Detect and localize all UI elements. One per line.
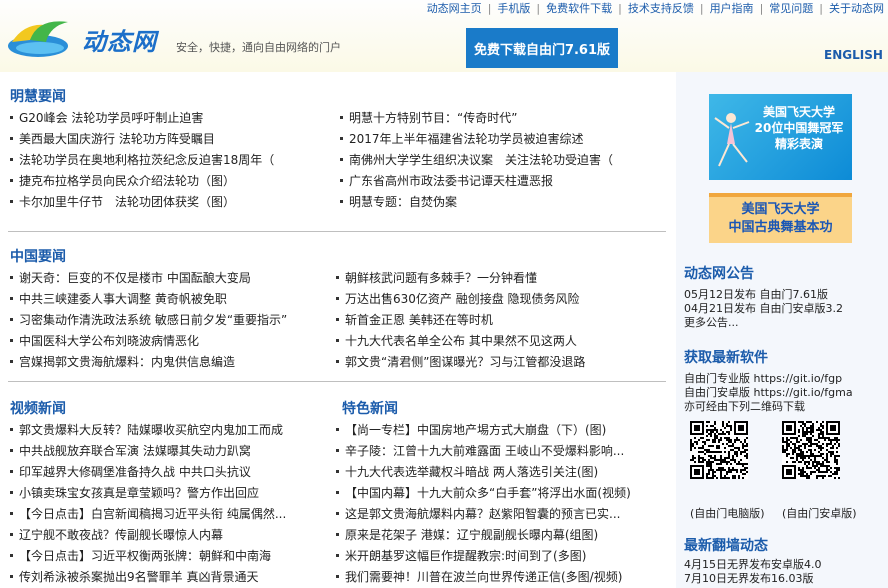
- list-item[interactable]: G20峰会 法轮功学员呼吁制止迫害: [10, 108, 330, 129]
- feature-list: 【尚一专栏】中国房地产埸方式大崩盘（下）(图) 辛子陵：江曾十九大前难露面 王岐…: [336, 420, 666, 588]
- list-item[interactable]: 【今日点击】白宫新闻稿揭习近平头衔 纯属偶然...: [10, 504, 332, 525]
- list-item[interactable]: 中共战舰放弃联合军演 法媒曝其失动力趴窝: [10, 441, 332, 462]
- list-item[interactable]: 广东省高州市政法委书记谭天柱遭恶报: [340, 171, 664, 192]
- banner1-line: 美国飞天大学: [762, 105, 835, 119]
- minghui-list-right: 明慧十方特别节目：“传奇时代” 2017年上半年福建省法轮功学员被迫害综述 南佛…: [340, 108, 664, 213]
- list-item[interactable]: 美西最大国庆游行 法轮功方阵受瞩目: [10, 129, 330, 150]
- list-item[interactable]: 斩首金正恩 美韩还在等时机: [336, 310, 664, 331]
- more-notices-link[interactable]: 更多公告...: [684, 316, 739, 330]
- software-title[interactable]: 获取最新软件: [684, 347, 768, 367]
- list-item[interactable]: 这是郭文贵海航爆料内幕？赵紫阳智囊的预言已实...: [336, 504, 666, 525]
- nav-support[interactable]: 技术支持反馈: [628, 2, 694, 15]
- download-button[interactable]: 免费下载自由门7.61版: [466, 28, 618, 68]
- video-list: 郭文贵爆料大反转？陆媒曝收买航空内鬼加工而成 中共战舰放弃联合军演 法媒曝其失动…: [10, 420, 332, 588]
- list-item[interactable]: 辽宁舰不敢夜战？传副舰长曝惊人内幕: [10, 525, 332, 546]
- qr-label-android: (自由门安卓版): [782, 507, 857, 520]
- list-item[interactable]: 印军越界大修碉堡准备持久战 中共口头抗议: [10, 462, 332, 483]
- list-item[interactable]: 十九大代表选举藏权斗暗战 两人落选引关注(图): [336, 462, 666, 483]
- software-link[interactable]: 自由门安卓版 https://git.io/fgma: [684, 386, 853, 400]
- english-link[interactable]: ENGLISH: [824, 48, 883, 62]
- classical-dance-banner[interactable]: 美国飞天大学 中国古典舞基本功: [709, 193, 852, 243]
- header: 动态网主页 | 手机版 | 免费软件下载 | 技术支持反馈 | 用户指南 | 常见问题 | 关于动态网 …: [0, 0, 888, 72]
- banner2-line: 中国古典舞基本功: [728, 220, 833, 235]
- list-item[interactable]: 传刘希泳被杀案抛出9名警罪羊 真凶背景通天: [10, 567, 332, 588]
- top-nav: 动态网主页 | 手机版 | 免费软件下载 | 技术支持反馈 | 用户指南 | 常见问题 | 关于动态网: [426, 2, 884, 15]
- section-title-feature[interactable]: 特色新闻: [342, 398, 398, 418]
- list-item[interactable]: 小镇卖珠宝女孩真是章莹颖吗？警方作出回应: [10, 483, 332, 504]
- banner1-line: 20位中国舞冠军: [754, 121, 844, 135]
- list-item[interactable]: 【今日点击】习近平权衡两张牌：朝鲜和中南海: [10, 546, 332, 567]
- banner2-line: 美国飞天大学: [741, 202, 820, 217]
- list-item[interactable]: 谢天奇：巨变的不仅是楼市 中国酝酿大变局: [10, 268, 330, 289]
- list-item[interactable]: 捷克布拉格学员向民众介绍法轮功（图）: [10, 171, 330, 192]
- notice-item[interactable]: 05月12日发布 自由门7.61版: [684, 288, 828, 302]
- list-item[interactable]: 中国医科大学公布刘晓波病情恶化: [10, 331, 330, 352]
- notice-item[interactable]: 04月21日发布 自由门安卓版3.2: [684, 302, 843, 316]
- list-item[interactable]: 明慧十方特别节目：“传奇时代”: [340, 108, 664, 129]
- nav-home[interactable]: 动态网主页: [427, 2, 482, 15]
- section-title-video[interactable]: 视频新闻: [10, 398, 66, 418]
- section-title-china[interactable]: 中国要闻: [10, 246, 66, 266]
- divider: [8, 231, 666, 232]
- list-item[interactable]: 中共三峡建委人事大调整 黄奇帆被免职: [10, 289, 330, 310]
- china-list-left: 谢天奇：巨变的不仅是楼市 中国酝酿大变局 中共三峡建委人事大调整 黄奇帆被免职 …: [10, 268, 330, 373]
- section-title-minghui[interactable]: 明慧要闻: [10, 86, 66, 106]
- nav-mobile[interactable]: 手机版: [497, 2, 530, 15]
- dynamics-item[interactable]: 4月15日无界发布安卓版4.0: [684, 558, 822, 572]
- list-item[interactable]: 南佛州大学学生组织决议案 关注法轮功受迫害（: [340, 150, 664, 171]
- list-item[interactable]: 我们需要神！川普在波兰向世界传递正信(多图/视频): [336, 567, 666, 588]
- list-item[interactable]: 朝鲜核武问题有多棘手？一分钟看懂: [336, 268, 664, 289]
- list-item[interactable]: 郭文贵“清君侧”图谋曝光？习与江管都没退路: [336, 352, 664, 373]
- banner1-line: 精彩表演: [774, 137, 823, 151]
- dynamics-title[interactable]: 最新翻墙动态: [684, 535, 768, 555]
- nav-faq[interactable]: 常见问题: [769, 2, 813, 15]
- nav-guide[interactable]: 用户指南: [710, 2, 754, 15]
- dynamics-item[interactable]: 7月10日无界发布16.03版: [684, 572, 814, 586]
- nav-download[interactable]: 免费软件下载: [546, 2, 612, 15]
- list-item[interactable]: 法轮功学员在奥地利格拉茨纪念反迫害18周年（: [10, 150, 330, 171]
- logo-text[interactable]: 动态网: [82, 22, 157, 57]
- list-item[interactable]: 明慧专题：自焚伪案: [340, 192, 664, 213]
- list-item[interactable]: 郭文贵爆料大反转？陆媒曝收买航空内鬼加工而成: [10, 420, 332, 441]
- qr-label-pc: (自由门电脑版): [690, 507, 765, 520]
- qr-code-icon[interactable]: [690, 421, 748, 479]
- list-item[interactable]: 习密集动作清洗政法系统 敏感日前夕发“重要指示”: [10, 310, 330, 331]
- china-list-right: 朝鲜核武问题有多棘手？一分钟看懂 万达出售630亿资产 融创接盘 隐现债务风险 …: [336, 268, 664, 373]
- list-item[interactable]: 【中国内幕】十九大前众多“白手套”将浮出水面(视频): [336, 483, 666, 504]
- minghui-list-left: G20峰会 法轮功学员呼吁制止迫害 美西最大国庆游行 法轮功方阵受瞩目 法轮功学…: [10, 108, 330, 213]
- list-item[interactable]: 万达出售630亿资产 融创接盘 隐现债务风险: [336, 289, 664, 310]
- software-link[interactable]: 自由门专业版 https://git.io/fgp: [684, 372, 842, 386]
- notice-title[interactable]: 动态网公告: [684, 263, 754, 283]
- list-item[interactable]: 米开朗基罗这幅巨作提醒教宗:时间到了(多图): [336, 546, 666, 567]
- list-item[interactable]: 十九大代表名单全公布 其中果然不见这两人: [336, 331, 664, 352]
- logo-icon[interactable]: [6, 12, 74, 60]
- divider: [8, 381, 666, 382]
- qr-code-icon[interactable]: [782, 421, 840, 479]
- list-item[interactable]: 宫媒揭郭文贵海航爆料：内鬼供信息编造: [10, 352, 330, 373]
- list-item[interactable]: 【尚一专栏】中国房地产埸方式大崩盘（下）(图): [336, 420, 666, 441]
- list-item[interactable]: 卡尔加里牛仔节 法轮功团体获奖（图）: [10, 192, 330, 213]
- list-item[interactable]: 2017年上半年福建省法轮功学员被迫害综述: [340, 129, 664, 150]
- nav-about[interactable]: 关于动态网: [829, 2, 884, 15]
- list-item[interactable]: 原来是花架子 港媒：辽宁舰副舰长曝内幕(组图): [336, 525, 666, 546]
- slogan: 安全，快捷，通向自由网络的门户: [176, 41, 341, 54]
- list-item[interactable]: 辛子陵：江曾十九大前难露面 王岐山不受爆料影响...: [336, 441, 666, 462]
- shen-yun-banner[interactable]: 美国飞天大学 20位中国舞冠军 精彩表演: [709, 94, 852, 180]
- qr-hint: 亦可经由下列二维码下载: [684, 400, 805, 413]
